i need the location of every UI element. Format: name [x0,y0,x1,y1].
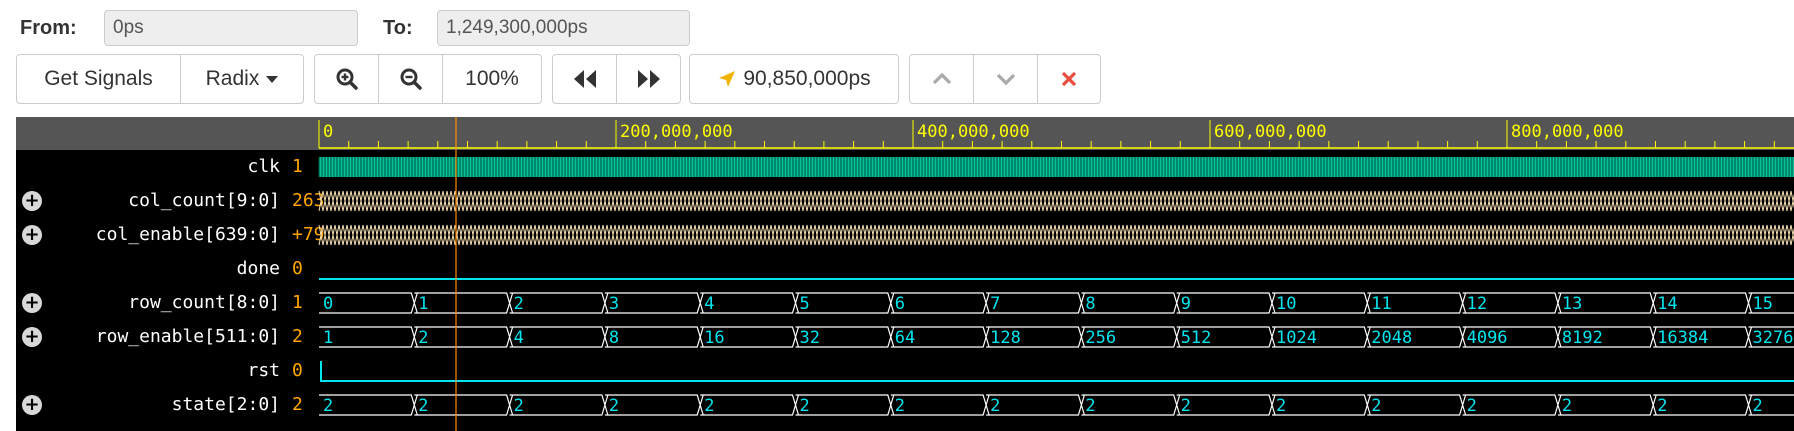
fast-forward-icon [637,70,660,88]
bus-value: 2048 [1371,328,1412,348]
bus-value: 128 [990,328,1021,348]
bus-value: 3276 [1753,328,1794,348]
bus-value: 2 [800,396,810,416]
bus-value: 2 [1181,396,1191,416]
zoom-group: 100% [314,54,542,104]
cursor-time-button[interactable]: 90,850,000ps [690,55,898,103]
fast-backward-icon [573,70,596,88]
signals-group: Get Signals Radix [16,54,304,104]
bus-value: 2 [704,396,714,416]
toolbar: Get Signals Radix 100% 90,850,000ps [0,54,1794,104]
zoom-out-button[interactable] [379,55,443,103]
bus-value: 2 [990,396,1000,416]
bus-value: 1 [323,328,333,348]
zoom-in-icon [336,68,358,90]
bus-value: 14 [1657,294,1677,314]
waveform-dense[interactable] [318,224,1794,246]
move-up-button[interactable] [910,55,974,103]
bus-value: 4 [514,328,524,348]
cursor-time-label: 90,850,000ps [743,67,871,90]
bus-value: 32 [800,328,820,348]
zoom-level[interactable]: 100% [443,55,541,103]
bus-value: 2 [418,328,428,348]
signal-edit-group [909,54,1101,104]
get-signals-button[interactable]: Get Signals [17,55,181,103]
waveform-bus[interactable]: 2 2 2 2 2 2 2 2 2 2 2 2 2 2 2 2 [319,394,1794,416]
bus-value: 2 [514,294,524,314]
zoom-in-button[interactable] [315,55,379,103]
waveform-dense[interactable] [318,190,1794,212]
bus-value: 512 [1181,328,1212,348]
delete-signal-button[interactable] [1038,55,1100,103]
bus-value: 64 [895,328,915,348]
bus-value: 1 [418,294,428,314]
from-label: From: [20,17,77,39]
bus-value: 13 [1562,294,1582,314]
bus-value: 2 [323,396,333,416]
to-label: To: [383,17,413,39]
to-field[interactable]: 1,249,300,000ps [437,10,690,46]
zoom-out-icon [400,68,422,90]
bus-value: 4 [704,294,714,314]
waveform-bus[interactable]: 0 1 2 3 4 5 6 7 8 9 10 11 12 13 14 15 [319,292,1794,314]
bus-value: 10 [1276,294,1296,314]
waveform-bus[interactable]: 1 2 4 8 16 32 64 128 256 512 1024 2048 4096 8192 16384… [319,326,1794,348]
bus-value: 256 [1085,328,1116,348]
close-icon [1061,71,1077,87]
bus-value: 16384 [1657,328,1708,348]
bus-value: 2 [514,396,524,416]
bus-value: 2 [895,396,905,416]
bus-value: 2 [1276,396,1286,416]
bus-value: 1024 [1276,328,1317,348]
bus-value: 8192 [1562,328,1603,348]
bus-value: 2 [1753,396,1763,416]
bus-value: 9 [1181,294,1191,314]
bus-value: 11 [1371,294,1391,314]
cursor-group: 90,850,000ps [689,54,899,104]
bus-value: 2 [418,396,428,416]
waveform-traces[interactable]: 0 1 2 3 4 5 6 7 8 9 10 11 12 13 14 151 2 4 8 16 32 64 128 256 51… [16,117,1794,431]
bus-value: 12 [1467,294,1487,314]
next-edge-button[interactable] [617,55,680,103]
bus-value: 8 [1085,294,1095,314]
waveform-panel[interactable]: 0 200,000,000 400,000,000 600,000,000 800,00… [16,117,1794,431]
waveform-clock[interactable] [318,157,1794,177]
bus-value: 2 [1657,396,1667,416]
bus-value: 4096 [1467,328,1508,348]
time-range-bar: From: 0ps To: 1,249,300,000ps [0,8,1794,48]
move-down-button[interactable] [974,55,1038,103]
bus-value: 5 [800,294,810,314]
bus-value: 2 [1371,396,1381,416]
radix-label: Radix [205,67,260,90]
bus-value: 2 [1562,396,1572,416]
from-field[interactable]: 0ps [104,10,358,46]
bus-value: 0 [323,294,333,314]
bus-value: 16 [704,328,724,348]
bus-value: 3 [609,294,619,314]
waveform-rst[interactable] [320,361,1794,382]
caret-down-icon [266,75,279,83]
bus-value: 7 [990,294,1000,314]
bus-value: 8 [609,328,619,348]
chevron-down-icon [996,73,1015,86]
navigation-group [552,54,681,104]
previous-edge-button[interactable] [553,55,617,103]
chevron-up-icon [932,72,951,85]
radix-dropdown[interactable]: Radix [181,55,303,103]
bus-value: 2 [1085,396,1095,416]
bus-value: 6 [895,294,905,314]
location-arrow-icon [719,71,736,87]
bus-value: 2 [1467,396,1477,416]
bus-value: 15 [1753,294,1773,314]
bus-value: 2 [609,396,619,416]
